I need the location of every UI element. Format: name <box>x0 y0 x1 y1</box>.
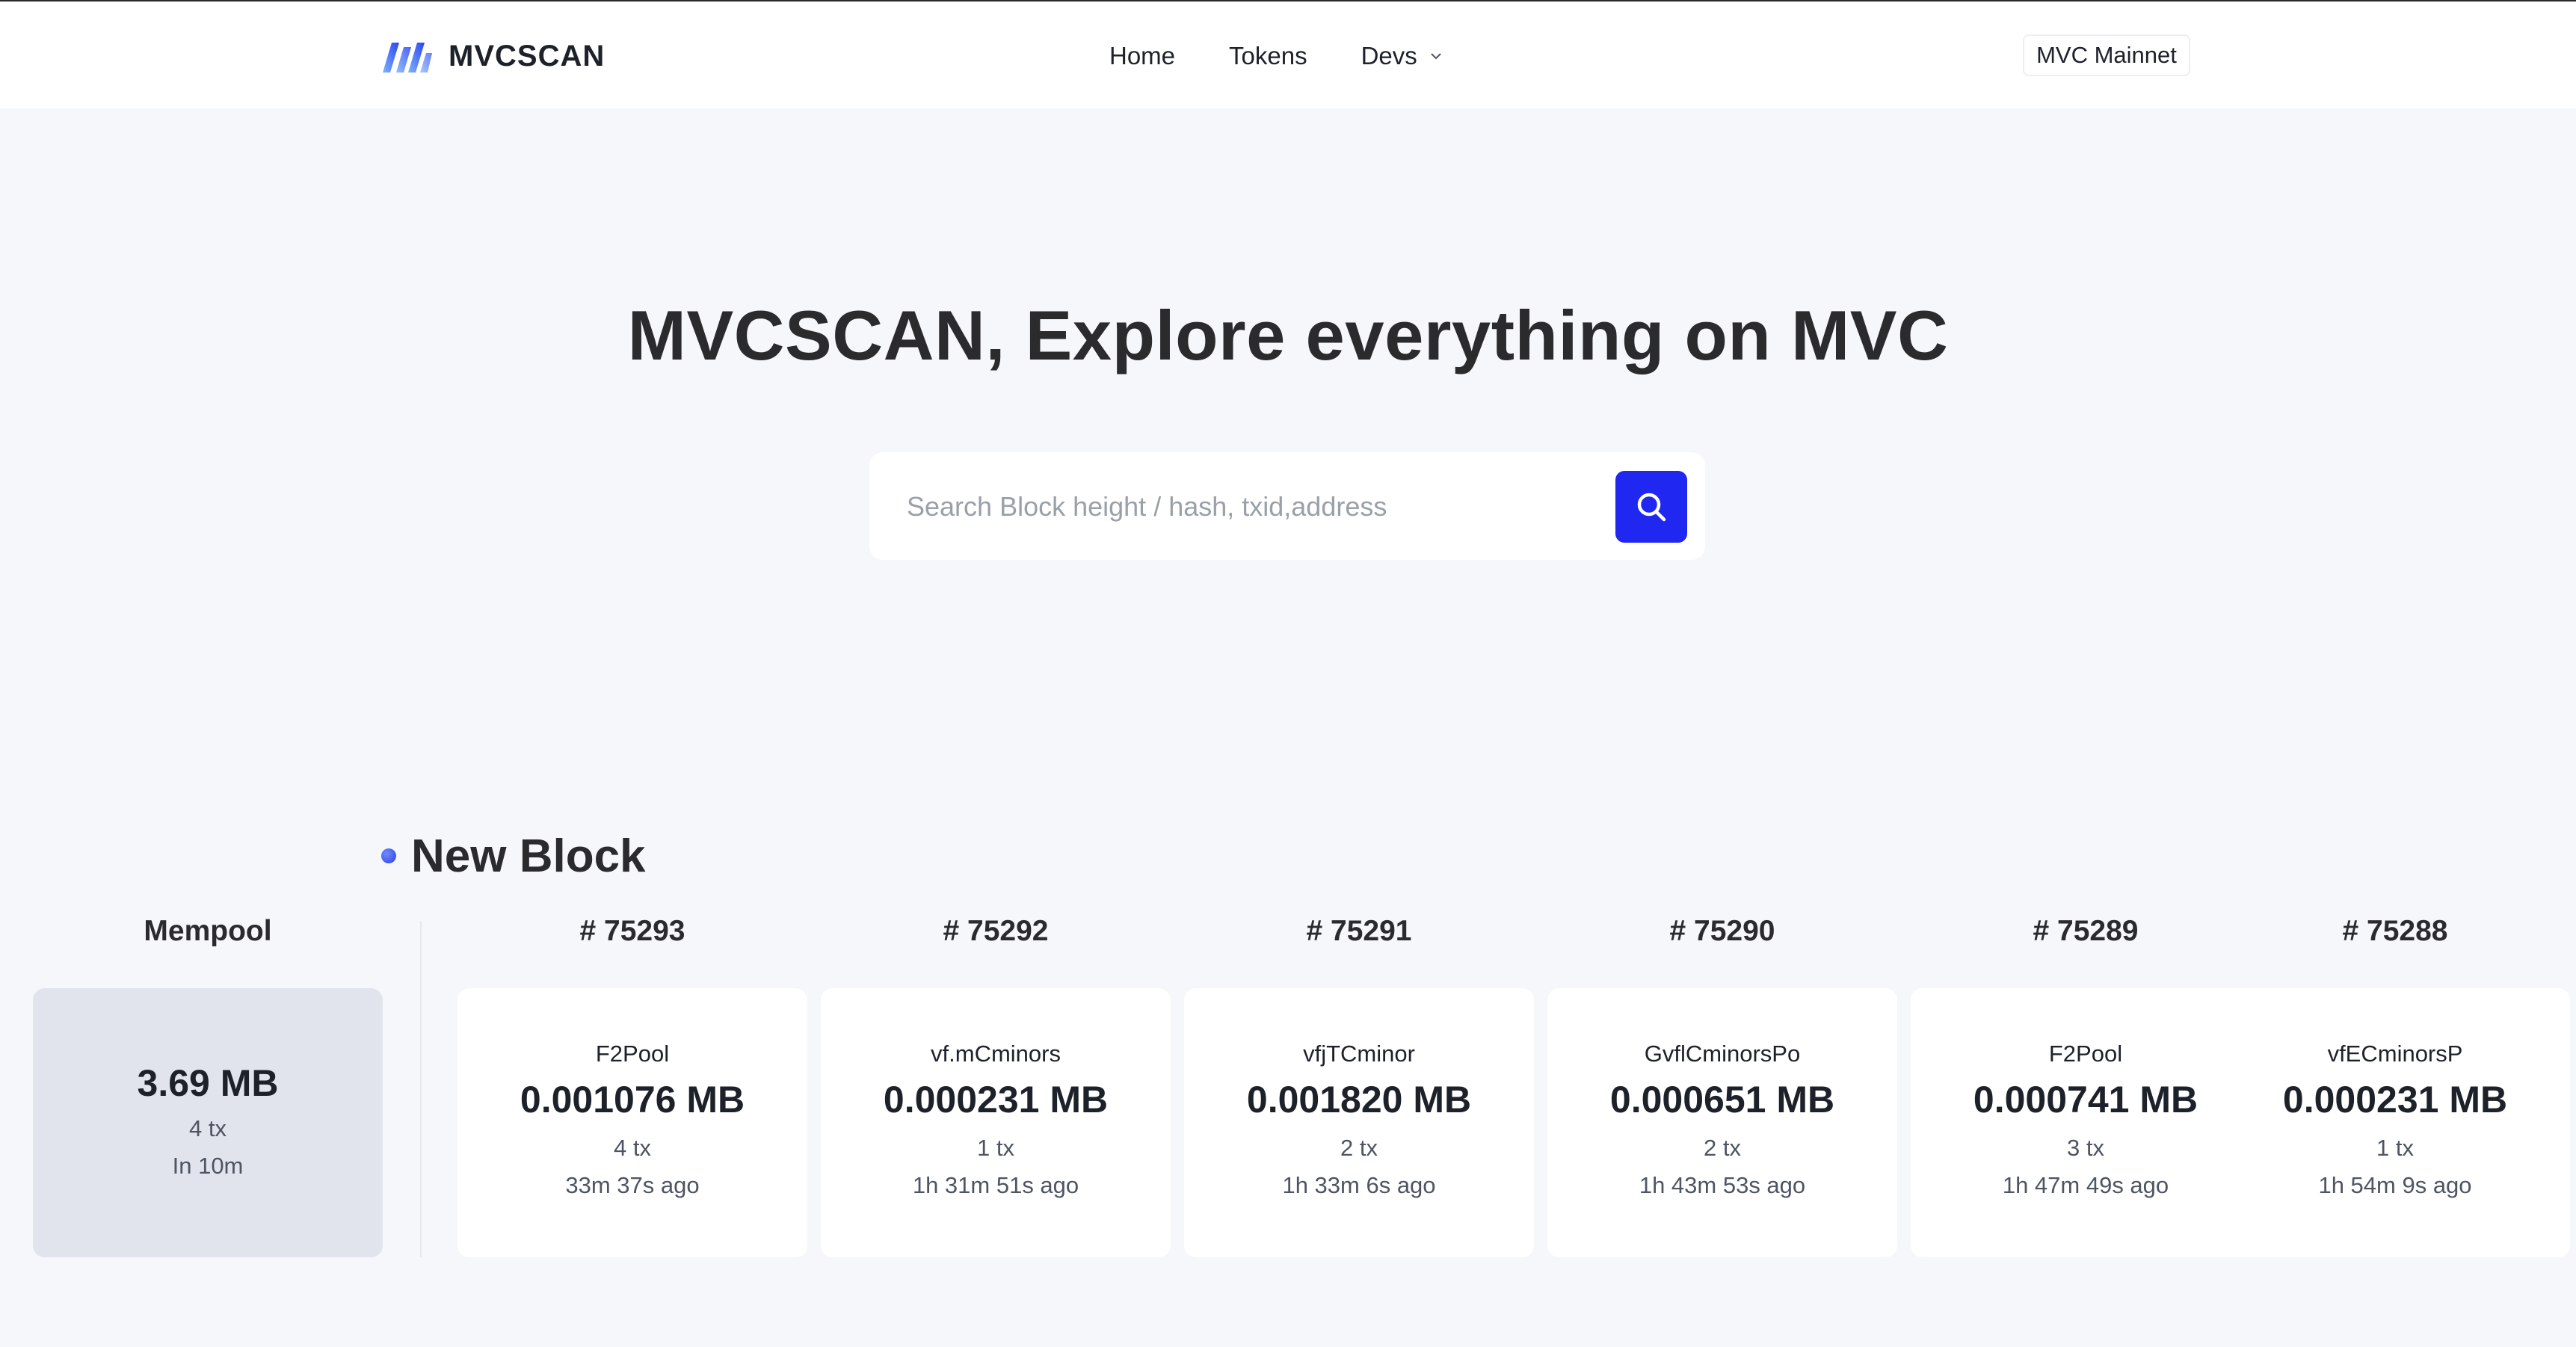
mempool-eta: In 10m <box>172 1153 244 1179</box>
block-card[interactable]: GvflCminorsPo 0.000651 MB 2 tx 1h 43m 53… <box>1547 988 1897 1257</box>
search-box <box>869 452 1705 560</box>
block-height[interactable]: # 75293 <box>457 915 807 955</box>
top-navbar: MVCSCAN Home Tokens Devs MVC Mainnet <box>0 1 2576 108</box>
block-tx-count: 4 tx <box>614 1135 651 1161</box>
main-nav: Home Tokens Devs <box>1109 34 1443 78</box>
block-height[interactable]: # 75288 <box>2220 915 2570 955</box>
mempool-tx-count: 4 tx <box>189 1115 227 1141</box>
block-miner: GvflCminorsPo <box>1644 1041 1801 1067</box>
search-button[interactable] <box>1615 471 1687 543</box>
section-bullet-icon <box>381 848 396 863</box>
brand-name: MVCSCAN <box>449 39 606 73</box>
chevron-down-icon <box>1431 53 1441 60</box>
block-time-ago: 1h 54m 9s ago <box>2318 1172 2472 1198</box>
mempool-divider <box>420 921 422 1257</box>
block-card[interactable]: vfECminorsP 0.000231 MB 1 tx 1h 54m 9s a… <box>2220 988 2570 1257</box>
block-size: 0.000741 MB <box>1973 1079 2198 1121</box>
mempool-card[interactable]: 3.69 MB 4 tx In 10m <box>33 988 383 1257</box>
block-size: 0.000231 MB <box>2282 1079 2508 1121</box>
nav-tokens-label: Tokens <box>1229 42 1307 70</box>
block-time-ago: 1h 43m 53s ago <box>1639 1172 1806 1198</box>
block-size: 0.000231 MB <box>883 1079 1109 1121</box>
block-size: 0.001820 MB <box>1246 1079 1472 1121</box>
nav-home[interactable]: Home <box>1109 42 1175 70</box>
block-size: 0.001076 MB <box>520 1079 745 1121</box>
block-tx-count: 1 tx <box>2376 1135 2414 1161</box>
block-miner: vfECminorsP <box>2327 1041 2463 1067</box>
block-miner: vfjTCminor <box>1303 1041 1415 1067</box>
block-time-ago: 33m 37s ago <box>565 1172 700 1198</box>
search-input[interactable] <box>905 480 1596 534</box>
block-size: 0.000651 MB <box>1609 1079 1835 1121</box>
nav-home-label: Home <box>1109 42 1176 70</box>
block-item: # 75292 vf.mCminors 0.000231 MB 1 tx 1h … <box>821 915 1171 1257</box>
block-height[interactable]: # 75291 <box>1184 915 1534 955</box>
nav-devs-dropdown[interactable]: Devs <box>1361 42 1443 70</box>
block-tx-count: 2 tx <box>1340 1135 1378 1161</box>
block-tx-count: 2 tx <box>1704 1135 1741 1161</box>
new-block-heading: New Block <box>381 826 646 886</box>
block-item: # 75290 GvflCminorsPo 0.000651 MB 2 tx 1… <box>1547 915 1897 1257</box>
block-time-ago: 1h 47m 49s ago <box>2002 1172 2169 1198</box>
network-selector[interactable]: MVC Mainnet <box>2023 34 2190 76</box>
network-label: MVC Mainnet <box>2036 42 2177 68</box>
block-item: # 75293 F2Pool 0.001076 MB 4 tx 33m 37s … <box>457 915 807 1257</box>
search-icon <box>1637 493 1666 522</box>
block-miner: F2Pool <box>2048 1041 2123 1067</box>
block-height[interactable]: # 75292 <box>821 915 1171 955</box>
mempool-label: Mempool <box>144 915 272 947</box>
block-time-ago: 1h 33m 6s ago <box>1282 1172 1436 1198</box>
hero-title: MVCSCAN, Explore everything on MVC <box>627 296 1949 374</box>
block-item: # 75288 vfECminorsP 0.000231 MB 1 tx 1h … <box>2220 915 2570 1257</box>
nav-devs-label: Devs <box>1361 42 1417 70</box>
block-item: # 75291 vfjTCminor 0.001820 MB 2 tx 1h 3… <box>1184 915 1534 1257</box>
block-card[interactable]: F2Pool 0.001076 MB 4 tx 33m 37s ago <box>457 988 807 1257</box>
block-card[interactable]: vfjTCminor 0.001820 MB 2 tx 1h 33m 6s ag… <box>1184 988 1534 1257</box>
block-tx-count: 3 tx <box>2067 1135 2104 1161</box>
brand-logo[interactable]: MVCSCAN <box>381 34 605 78</box>
block-card[interactable]: vf.mCminors 0.000231 MB 1 tx 1h 31m 51s … <box>821 988 1171 1257</box>
block-time-ago: 1h 31m 51s ago <box>912 1172 1079 1198</box>
block-height[interactable]: # 75289 <box>1911 915 2261 955</box>
block-height[interactable]: # 75290 <box>1547 915 1897 955</box>
block-card[interactable]: F2Pool 0.000741 MB 3 tx 1h 47m 49s ago <box>1911 988 2261 1257</box>
mempool-size: 3.69 MB <box>137 1062 279 1104</box>
block-miner: vf.mCminors <box>931 1041 1061 1067</box>
nav-tokens[interactable]: Tokens <box>1229 42 1307 70</box>
block-tx-count: 1 tx <box>977 1135 1014 1161</box>
section-title-text: New Block <box>411 830 646 882</box>
block-item: # 75289 F2Pool 0.000741 MB 3 tx 1h 47m 4… <box>1911 915 2261 1257</box>
mvc-logo-icon <box>383 43 432 73</box>
block-miner: F2Pool <box>595 1041 670 1067</box>
